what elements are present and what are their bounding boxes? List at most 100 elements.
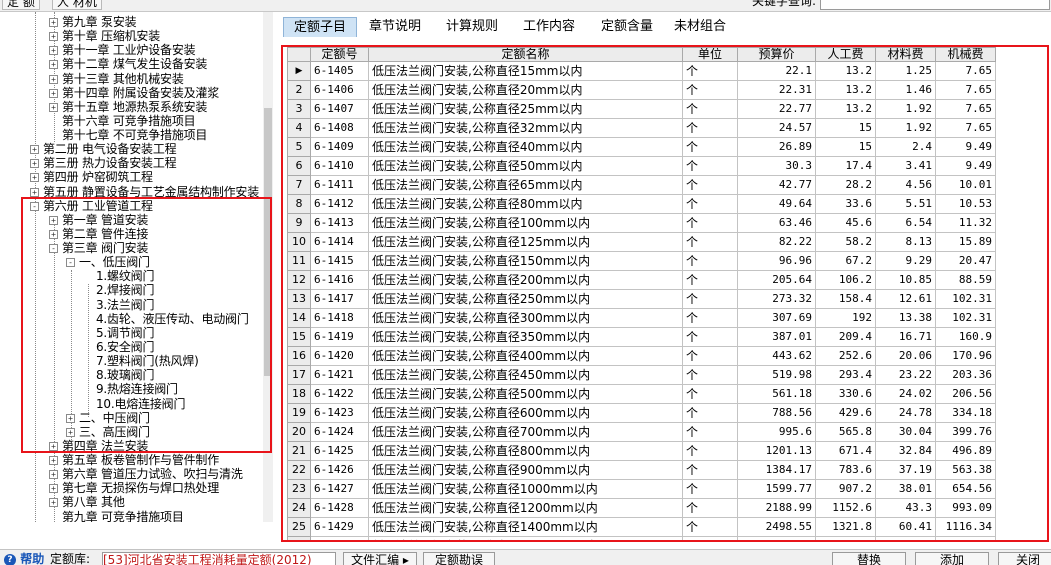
row-number[interactable]: 14 bbox=[288, 309, 311, 328]
material-cost-cell[interactable]: 1.46 bbox=[876, 81, 936, 100]
quota-name-cell[interactable]: 低压法兰阀门安装,公称直径65mm以内 bbox=[369, 176, 683, 195]
quota-name-cell[interactable]: 低压法兰阀门安装,公称直径80mm以内 bbox=[369, 195, 683, 214]
table-row[interactable]: 106-1414低压法兰阀门安装,公称直径125mm以内个82.2258.28.… bbox=[288, 233, 996, 252]
quota-code-cell[interactable]: 6-1429 bbox=[311, 518, 369, 537]
budget-price-cell[interactable]: 26.89 bbox=[738, 138, 816, 157]
machine-cost-cell[interactable]: 206.56 bbox=[936, 385, 996, 404]
tree-item[interactable]: 一、低压阀门 bbox=[79, 255, 150, 269]
tree-item[interactable]: 第十三章 其他机械安装 bbox=[62, 72, 184, 86]
budget-price-cell[interactable]: 561.18 bbox=[738, 385, 816, 404]
tree-item[interactable]: 第五章 板卷管制作与管件制作 bbox=[62, 453, 219, 467]
machine-cost-cell[interactable]: 399.76 bbox=[936, 423, 996, 442]
budget-price-cell[interactable]: 2188.99 bbox=[738, 499, 816, 518]
quota-name-cell[interactable]: 低压法兰阀门安装,公称直径50mm以内 bbox=[369, 157, 683, 176]
quota-code-cell[interactable]: 6-1407 bbox=[311, 100, 369, 119]
material-cost-cell[interactable]: 37.19 bbox=[876, 461, 936, 480]
tree-item[interactable]: 第六章 管道压力试验、吹扫与清洗 bbox=[62, 467, 243, 481]
budget-price-cell[interactable]: 1599.77 bbox=[738, 480, 816, 499]
machine-cost-cell[interactable]: 170.96 bbox=[936, 347, 996, 366]
row-number[interactable]: 9 bbox=[288, 214, 311, 233]
material-cost-cell[interactable]: 2.4 bbox=[876, 138, 936, 157]
labor-cost-cell[interactable]: 45.6 bbox=[816, 214, 876, 233]
unit-cell[interactable]: 个 bbox=[683, 461, 738, 480]
errata-button[interactable]: 定额勘误 bbox=[423, 552, 495, 565]
budget-price-cell[interactable]: 2842.04 bbox=[738, 537, 816, 543]
machine-cost-cell[interactable]: 160.9 bbox=[936, 328, 996, 347]
tree-item[interactable]: 10.电熔连接阀门 bbox=[96, 397, 185, 411]
table-row[interactable]: 176-1421低压法兰阀门安装,公称直径450mm以内个519.98293.4… bbox=[288, 366, 996, 385]
tree-item[interactable]: 第四章 法兰安装 bbox=[62, 439, 148, 453]
tree-item[interactable]: 第二册 电气设备安装工程 bbox=[43, 142, 176, 156]
tab-quota-content[interactable]: 定额含量 bbox=[590, 17, 664, 37]
quota-code-cell[interactable]: 6-1420 bbox=[311, 347, 369, 366]
material-cost-cell[interactable]: 12.61 bbox=[876, 290, 936, 309]
quota-code-cell[interactable]: 6-1421 bbox=[311, 366, 369, 385]
tree-item[interactable]: 第八章 其他 bbox=[62, 495, 125, 509]
quota-code-cell[interactable]: 6-1419 bbox=[311, 328, 369, 347]
machine-cost-cell[interactable]: 20.47 bbox=[936, 252, 996, 271]
tree-expander-icon[interactable]: - bbox=[66, 258, 75, 267]
quota-code-cell[interactable]: 6-1417 bbox=[311, 290, 369, 309]
labor-cost-cell[interactable]: 209.4 bbox=[816, 328, 876, 347]
tree-item[interactable]: 6.安全阀门 bbox=[96, 340, 154, 354]
table-row[interactable]: ▶6-1405低压法兰阀门安装,公称直径15mm以内个22.113.21.257… bbox=[288, 62, 996, 81]
library-select[interactable]: [53]河北省安装工程消耗量定额(2012) bbox=[102, 552, 336, 565]
labor-cost-cell[interactable]: 17.4 bbox=[816, 157, 876, 176]
quota-code-cell[interactable]: 6-1427 bbox=[311, 480, 369, 499]
labor-cost-cell[interactable]: 28.2 bbox=[816, 176, 876, 195]
machine-cost-cell[interactable]: 9.49 bbox=[936, 157, 996, 176]
unit-cell[interactable]: 个 bbox=[683, 366, 738, 385]
material-cost-cell[interactable]: 20.06 bbox=[876, 347, 936, 366]
machine-cost-cell[interactable]: 7.65 bbox=[936, 62, 996, 81]
unit-cell[interactable]: 个 bbox=[683, 62, 738, 81]
row-number[interactable]: 10 bbox=[288, 233, 311, 252]
quota-code-cell[interactable]: 6-1413 bbox=[311, 214, 369, 233]
material-cost-cell[interactable]: 24.02 bbox=[876, 385, 936, 404]
tree-expander-icon[interactable]: + bbox=[30, 173, 39, 182]
machine-cost-cell[interactable]: 102.31 bbox=[936, 309, 996, 328]
tree-scrollbar-thumb[interactable] bbox=[264, 108, 272, 376]
quota-name-cell[interactable]: 低压法兰阀门安装,公称直径1000mm以内 bbox=[369, 480, 683, 499]
tree-item[interactable]: 7.塑料阀门(热风焊) bbox=[96, 354, 199, 368]
unit-cell[interactable]: 个 bbox=[683, 442, 738, 461]
labor-cost-cell[interactable]: 671.4 bbox=[816, 442, 876, 461]
quota-code-cell[interactable]: 6-1410 bbox=[311, 157, 369, 176]
quota-name-cell[interactable]: 低压法兰阀门安装,公称直径15mm以内 bbox=[369, 62, 683, 81]
budget-price-cell[interactable]: 24.57 bbox=[738, 119, 816, 138]
tree-item[interactable]: 第二章 管件连接 bbox=[62, 227, 148, 241]
table-row[interactable]: 76-1411低压法兰阀门安装,公称直径65mm以内个42.7728.24.56… bbox=[288, 176, 996, 195]
labor-cost-cell[interactable]: 1321.8 bbox=[816, 518, 876, 537]
budget-price-cell[interactable]: 22.77 bbox=[738, 100, 816, 119]
row-number[interactable]: 11 bbox=[288, 252, 311, 271]
unit-cell[interactable]: 个 bbox=[683, 252, 738, 271]
unit-cell[interactable]: 个 bbox=[683, 157, 738, 176]
replace-button[interactable]: 替换 bbox=[832, 552, 906, 565]
quota-code-cell[interactable]: 6-1412 bbox=[311, 195, 369, 214]
unit-cell[interactable]: 个 bbox=[683, 499, 738, 518]
table-row[interactable]: 246-1428低压法兰阀门安装,公称直径1200mm以内个2188.99115… bbox=[288, 499, 996, 518]
quota-code-cell[interactable]: 6-1430 bbox=[311, 537, 369, 543]
unit-cell[interactable]: 个 bbox=[683, 271, 738, 290]
unit-cell[interactable]: 个 bbox=[683, 214, 738, 233]
file-compile-button[interactable]: 文件汇编 ▸ bbox=[343, 552, 417, 565]
budget-price-cell[interactable]: 30.3 bbox=[738, 157, 816, 176]
budget-price-cell[interactable]: 96.96 bbox=[738, 252, 816, 271]
material-cost-cell[interactable]: 1.92 bbox=[876, 119, 936, 138]
row-number[interactable]: 17 bbox=[288, 366, 311, 385]
quota-name-cell[interactable]: 低压法兰阀门安装,公称直径100mm以内 bbox=[369, 214, 683, 233]
quota-code-cell[interactable]: 6-1418 bbox=[311, 309, 369, 328]
tree-item[interactable]: 第十六章 可竞争措施项目 bbox=[62, 114, 195, 128]
budget-price-cell[interactable]: 205.64 bbox=[738, 271, 816, 290]
machine-cost-cell[interactable]: 1235.02 bbox=[936, 537, 996, 543]
labor-cost-cell[interactable]: 330.6 bbox=[816, 385, 876, 404]
tree-item[interactable]: 第一章 管道安装 bbox=[62, 213, 148, 227]
material-cost-cell[interactable]: 13.38 bbox=[876, 309, 936, 328]
unit-cell[interactable]: 个 bbox=[683, 100, 738, 119]
table-row[interactable]: 26-1406低压法兰阀门安装,公称直径20mm以内个22.3113.21.46… bbox=[288, 81, 996, 100]
tree-expander-icon[interactable]: + bbox=[49, 89, 58, 98]
material-cost-cell[interactable]: 1.25 bbox=[876, 62, 936, 81]
quota-name-cell[interactable]: 低压法兰阀门安装,公称直径500mm以内 bbox=[369, 385, 683, 404]
column-header[interactable]: 预算价 bbox=[738, 48, 816, 62]
tree-expander-icon[interactable]: + bbox=[49, 46, 58, 55]
column-header[interactable]: 单位 bbox=[683, 48, 738, 62]
